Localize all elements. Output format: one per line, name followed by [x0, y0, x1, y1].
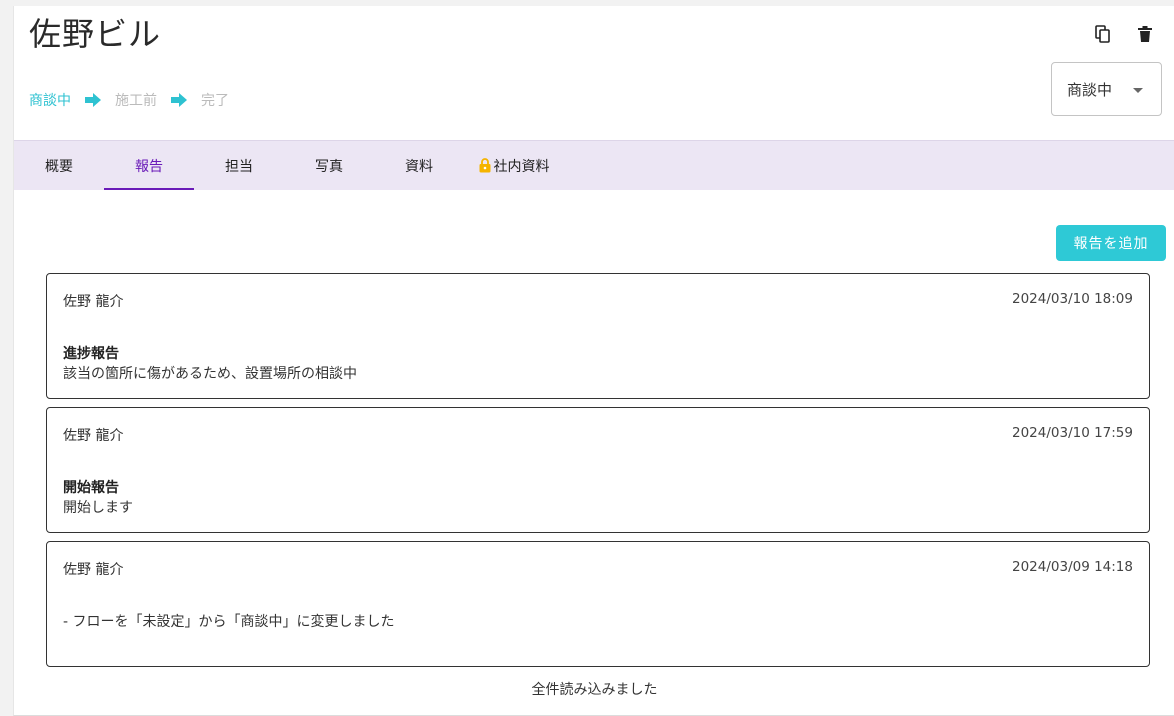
tab-reports[interactable]: 報告 [104, 141, 194, 190]
tab-label: 概要 [45, 158, 73, 175]
report-body: - フローを「未設定」から「商談中」に変更しました [63, 614, 395, 630]
project-card: 佐野ビル 商談中 施工前 完了 商談中 概要 報告 担当 写真 資料 社内資料 … [13, 6, 1174, 716]
tab-photos[interactable]: 写真 [284, 141, 374, 190]
report-body: 開始します [63, 500, 133, 516]
flow-step-pre-construction: 施工前 [115, 93, 157, 109]
tab-assignees[interactable]: 担当 [194, 141, 284, 190]
report-item[interactable]: 佐野 龍介 2024/03/10 18:09 進捗報告 該当の箇所に傷があるため… [46, 273, 1150, 399]
report-author: 佐野 龍介 [63, 294, 124, 310]
tab-label: 資料 [405, 158, 433, 175]
tab-internal-documents[interactable]: 社内資料 [464, 141, 564, 190]
copy-icon[interactable] [1093, 24, 1113, 44]
tab-overview[interactable]: 概要 [14, 141, 104, 190]
flow-step-negotiating: 商談中 [29, 93, 71, 109]
header-actions [1093, 24, 1155, 44]
status-select-value: 商談中 [1067, 80, 1113, 99]
tab-label: 担当 [225, 158, 253, 175]
report-body: 該当の箇所に傷があるため、設置場所の相談中 [63, 366, 357, 382]
tab-label: 写真 [315, 158, 343, 175]
report-title: 進捗報告 [63, 346, 119, 362]
flow-steps: 商談中 施工前 完了 [29, 90, 229, 110]
report-author: 佐野 龍介 [63, 562, 124, 578]
add-report-button[interactable]: 報告を追加 [1056, 225, 1166, 261]
load-complete-text: 全件読み込みました [531, 682, 658, 698]
caret-down-icon [1133, 88, 1143, 93]
arrow-right-icon [171, 93, 187, 107]
flow-step-complete: 完了 [201, 93, 229, 109]
report-item[interactable]: 佐野 龍介 2024/03/09 14:18 - フローを「未設定」から「商談中… [46, 541, 1150, 667]
tab-label: 報告 [135, 158, 163, 175]
tab-bar: 概要 報告 担当 写真 資料 社内資料 [14, 140, 1174, 190]
report-item[interactable]: 佐野 龍介 2024/03/10 17:59 開始報告 開始します [46, 407, 1150, 533]
tab-label: 社内資料 [493, 158, 550, 175]
tab-documents[interactable]: 資料 [374, 141, 464, 190]
lock-icon [479, 158, 491, 173]
report-timestamp: 2024/03/10 17:59 [1011, 425, 1133, 441]
trash-icon[interactable] [1135, 24, 1155, 44]
report-timestamp: 2024/03/09 14:18 [1011, 559, 1133, 575]
report-author: 佐野 龍介 [63, 428, 124, 444]
status-select[interactable]: 商談中 [1051, 62, 1162, 116]
report-timestamp: 2024/03/10 18:09 [1011, 291, 1133, 307]
arrow-right-icon [85, 93, 101, 107]
report-title: 開始報告 [63, 480, 119, 496]
page-title: 佐野ビル [29, 15, 162, 53]
report-list: 佐野 龍介 2024/03/10 18:09 進捗報告 該当の箇所に傷があるため… [46, 273, 1150, 675]
